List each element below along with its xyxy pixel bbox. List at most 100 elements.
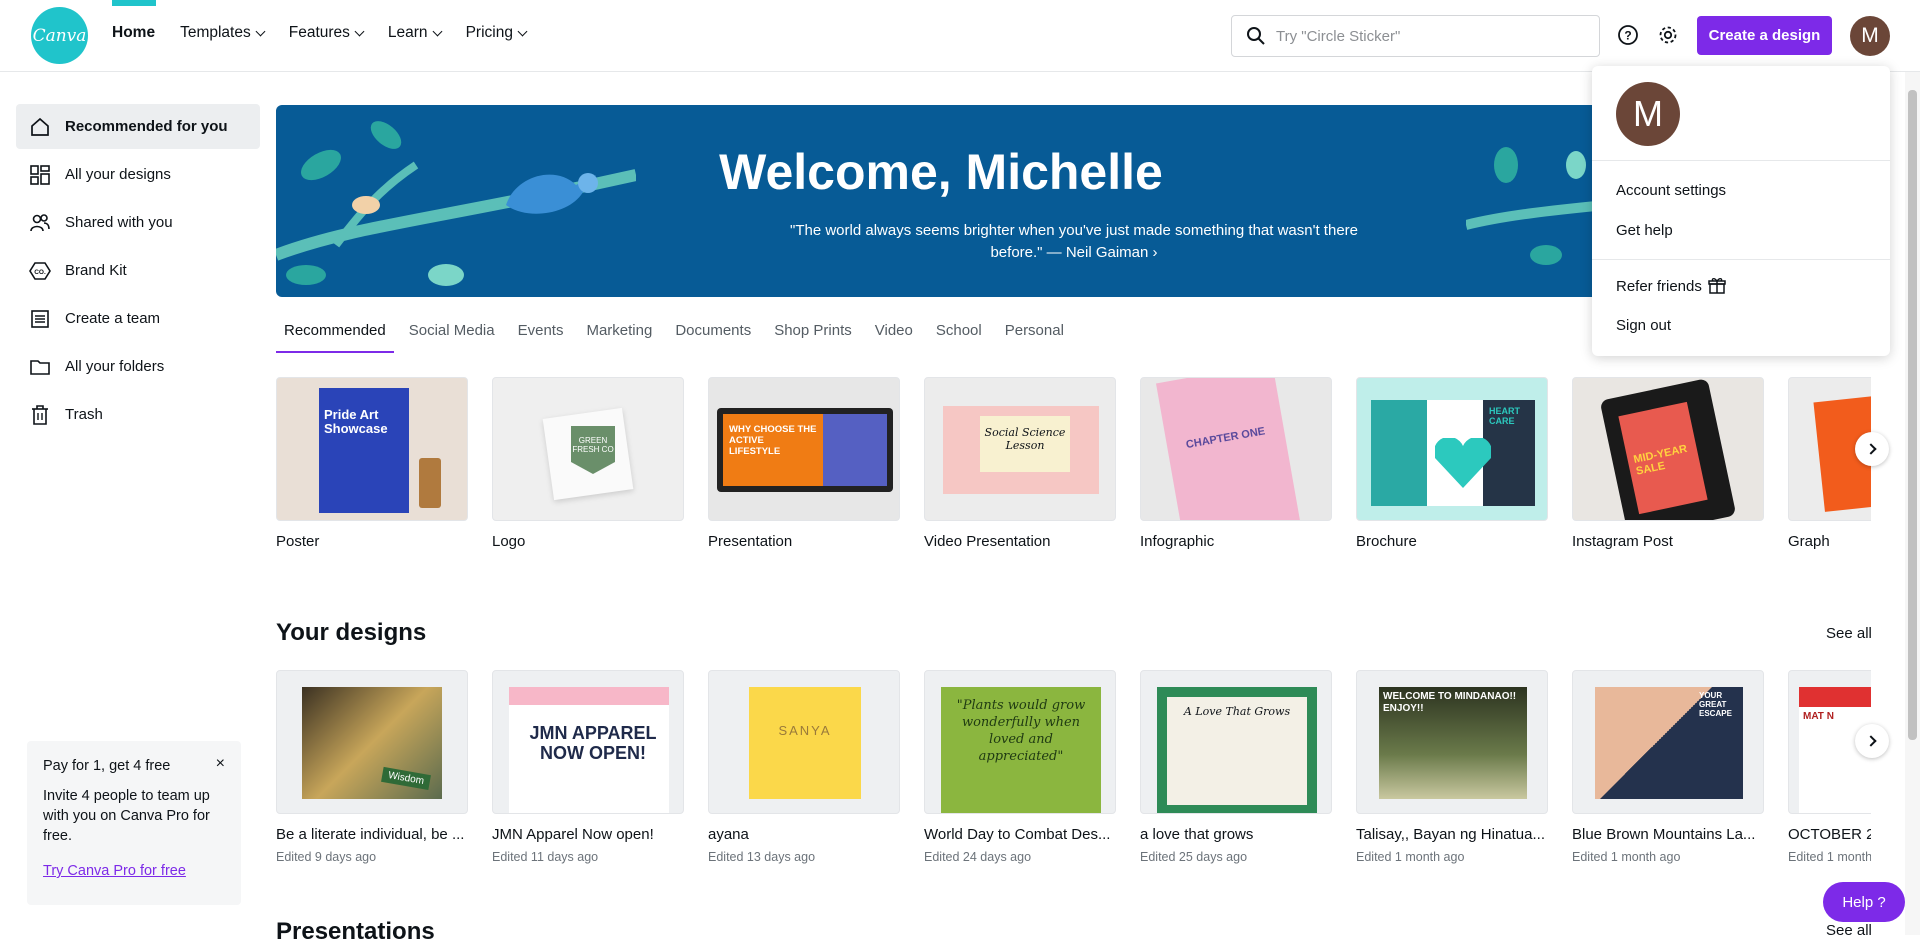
divider <box>1592 160 1890 161</box>
nav-features[interactable]: Features <box>288 24 365 42</box>
scrollbar[interactable] <box>1905 72 1920 935</box>
nav-templates-label: Templates <box>180 24 251 41</box>
nav-features-label: Features <box>288 24 350 41</box>
sidebar-item-brand-kit[interactable]: CO. Brand Kit <box>16 248 260 293</box>
sidebar-item-trash[interactable]: Trash <box>16 392 260 437</box>
nav-learn-label: Learn <box>387 24 428 41</box>
search-box[interactable] <box>1231 15 1600 57</box>
tab-social-media[interactable]: Social Media <box>401 318 503 353</box>
design-type-card[interactable]: MID-YEAR SALE Instagram Post <box>1572 377 1764 557</box>
recommended-row: Pride Art Showcase Poster GREEN FRESH CO… <box>276 377 1871 557</box>
design-type-card[interactable]: GREEN FRESH CO Logo <box>492 377 684 557</box>
chevron-down-icon <box>517 26 528 36</box>
design-card[interactable]: JMN APPAREL NOW OPEN! JMN Apparel Now op… <box>492 670 684 870</box>
settings-button[interactable] <box>1655 22 1681 48</box>
design-type-card[interactable]: WHY CHOOSE THE ACTIVE LIFESTYLE Presenta… <box>708 377 900 557</box>
help-chat-button[interactable]: Help ? <box>1823 882 1905 922</box>
svg-text:CO.: CO. <box>34 269 46 276</box>
sidebar-item-folders[interactable]: All your folders <box>16 344 260 389</box>
grid-icon <box>30 164 50 185</box>
sidebar-item-create-team[interactable]: Create a team <box>16 296 260 341</box>
sidebar-item-recommended[interactable]: Recommended for you <box>16 104 260 149</box>
design-type-card[interactable]: CHAPTER ONE Infographic <box>1140 377 1332 557</box>
avatar[interactable]: M <box>1850 16 1890 56</box>
close-icon[interactable]: × <box>216 754 225 774</box>
see-all-link[interactable]: See all <box>1826 625 1872 642</box>
design-card[interactable]: MAT N OCTOBER 24 Edited 1 month ago <box>1788 670 1871 870</box>
design-card[interactable]: A Love That Grows a love that grows Edit… <box>1140 670 1332 870</box>
presentation-thumb-text: WHY CHOOSE THE ACTIVE LIFESTYLE <box>723 414 823 486</box>
nav-learn[interactable]: Learn <box>387 24 443 42</box>
chevron-down-icon <box>354 26 365 36</box>
category-tabs: Recommended Social Media Events Marketin… <box>276 318 1079 353</box>
your-designs-title: Your designs <box>276 619 427 646</box>
tab-personal[interactable]: Personal <box>997 318 1072 353</box>
card-title: JMN Apparel Now open! <box>492 826 654 843</box>
sidebar-item-label: Trash <box>65 406 103 423</box>
welcome-quote[interactable]: "The world always seems brighter when yo… <box>782 220 1366 264</box>
card-title: Presentation <box>708 533 793 550</box>
sidebar-item-all-designs[interactable]: All your designs <box>16 152 260 197</box>
try-pro-link[interactable]: Try Canva Pro for free <box>43 863 186 879</box>
tab-events[interactable]: Events <box>510 318 572 353</box>
create-design-button[interactable]: Create a design <box>1697 16 1832 55</box>
design-type-card[interactable]: Pride Art Showcase Poster <box>276 377 468 557</box>
tab-recommended[interactable]: Recommended <box>276 318 394 353</box>
sign-out-item[interactable]: Sign out <box>1616 317 1671 334</box>
promo-card: × Pay for 1, get 4 free Invite 4 people … <box>27 741 241 905</box>
scroll-right-button[interactable] <box>1855 724 1889 758</box>
design-card[interactable]: Wisdom Be a literate individual, be ... … <box>276 670 468 870</box>
tab-video[interactable]: Video <box>867 318 921 353</box>
chevron-down-icon <box>255 26 266 36</box>
account-settings-item[interactable]: Account settings <box>1616 182 1726 199</box>
get-help-item[interactable]: Get help <box>1616 222 1673 239</box>
design-type-card[interactable]: Graph <box>1788 377 1871 557</box>
design-type-card[interactable]: HEART CARE Brochure <box>1356 377 1548 557</box>
chevron-right-icon <box>1864 735 1877 747</box>
canva-logo[interactable]: Canva <box>31 7 88 64</box>
account-menu: M Account settings Get help Refer friend… <box>1592 66 1890 356</box>
design-card[interactable]: YOUR GREAT ESCAPE Blue Brown Mountains L… <box>1572 670 1764 870</box>
thumbnail: HEART CARE <box>1356 377 1548 521</box>
thumbnail: GREEN FRESH CO <box>492 377 684 521</box>
help-button[interactable]: ? <box>1615 22 1641 48</box>
tab-marketing[interactable]: Marketing <box>578 318 660 353</box>
chevron-right-icon <box>1864 443 1877 455</box>
design-thumb-text: YOUR GREAT ESCAPE <box>1699 691 1732 718</box>
see-all-link[interactable]: See all <box>1826 922 1872 939</box>
tab-documents[interactable]: Documents <box>667 318 759 353</box>
thumbnail: SANYA <box>708 670 900 814</box>
thumbnail: "Plants would grow wonderfully when love… <box>924 670 1116 814</box>
promo-title: Pay for 1, get 4 free <box>43 758 171 774</box>
thumbnail: MID-YEAR SALE <box>1572 377 1764 521</box>
thumbnail: Social Science Lesson <box>924 377 1116 521</box>
presentations-title: Presentations <box>276 918 435 945</box>
users-icon <box>30 213 50 231</box>
nav-templates[interactable]: Templates <box>180 24 266 42</box>
thumbnail: Wisdom <box>276 670 468 814</box>
scrollbar-thumb[interactable] <box>1908 90 1917 740</box>
design-card[interactable]: WELCOME TO MINDANAO!! ENJOY!! Talisay,, … <box>1356 670 1548 870</box>
nav-pricing-label: Pricing <box>465 24 513 41</box>
design-card[interactable]: SANYA ayana Edited 13 days ago <box>708 670 900 870</box>
scroll-right-button[interactable] <box>1855 432 1889 466</box>
card-title: ayana <box>708 826 749 843</box>
search-input[interactable] <box>1276 27 1576 45</box>
sidebar-item-shared[interactable]: Shared with you <box>16 200 260 245</box>
card-edited: Edited 9 days ago <box>276 850 377 864</box>
design-type-card[interactable]: Social Science Lesson Video Presentation <box>924 377 1116 557</box>
refer-friends-item[interactable]: Refer friends <box>1616 277 1726 295</box>
design-card[interactable]: "Plants would grow wonderfully when love… <box>924 670 1116 870</box>
card-title: Graph <box>1788 533 1830 550</box>
thumbnail: YOUR GREAT ESCAPE <box>1572 670 1764 814</box>
tab-shop-prints[interactable]: Shop Prints <box>766 318 860 353</box>
card-title: Be a literate individual, be ... <box>276 826 465 843</box>
nav-pricing[interactable]: Pricing <box>465 24 528 42</box>
card-edited: Edited 13 days ago <box>708 850 816 864</box>
nav-home[interactable]: Home <box>112 24 155 42</box>
card-title: Blue Brown Mountains La... <box>1572 826 1756 843</box>
thumbnail: WHY CHOOSE THE ACTIVE LIFESTYLE <box>708 377 900 521</box>
tab-school[interactable]: School <box>928 318 990 353</box>
promo-text: Invite 4 people to team up with you on C… <box>43 788 210 844</box>
main-nav: Home Templates Features Learn Pricing <box>112 24 551 42</box>
